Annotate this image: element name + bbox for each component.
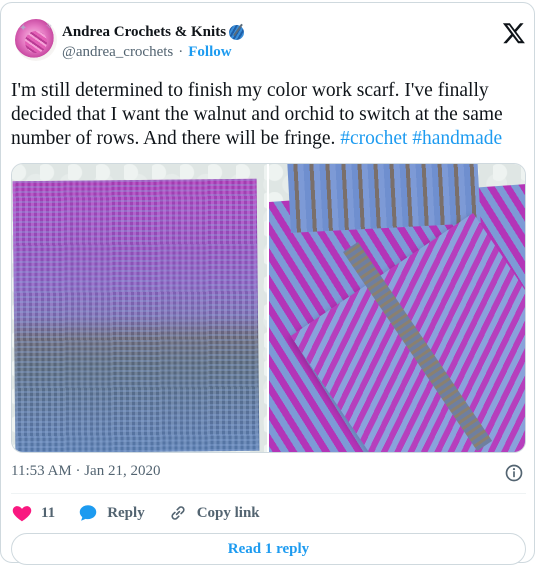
scarf-photo-1[interactable] xyxy=(12,164,267,452)
yarn-ball-icon xyxy=(25,31,47,53)
tweet-actions: 11 Reply Copy link xyxy=(11,502,282,524)
divider xyxy=(11,493,526,494)
link-icon xyxy=(171,506,185,520)
tweet-timestamp[interactable]: 11:53 AM · Jan 21, 2020 xyxy=(11,463,160,480)
author-avatar[interactable]: ✦ ✧ xyxy=(15,19,57,61)
hashtag-link[interactable]: #crochet xyxy=(340,128,407,149)
author-name-row: Andrea Crochets & Knits xyxy=(62,21,247,43)
like-count: 11 xyxy=(41,504,56,521)
tweet-text: I'm still determined to finish my color … xyxy=(11,79,523,151)
tweet-meta: 11:53 AM · Jan 21, 2020 xyxy=(11,463,526,483)
copy-link-button[interactable]: Copy link xyxy=(167,502,260,524)
separator-dot: · xyxy=(178,44,184,60)
reply-button[interactable]: Reply xyxy=(77,502,145,524)
separator-dot: · xyxy=(75,463,81,479)
read-reply-button[interactable]: Read 1 reply xyxy=(11,533,526,565)
like-button[interactable]: 11 xyxy=(11,502,55,524)
tweet-time: 11:53 AM xyxy=(11,463,72,479)
x-logo-icon[interactable] xyxy=(502,21,526,45)
info-icon[interactable] xyxy=(504,463,524,483)
sparkle-icon: ✧ xyxy=(45,21,54,32)
yarn-emoji-icon xyxy=(229,23,247,40)
sparkle-icon: ✦ xyxy=(19,23,28,34)
scarf-photo-2[interactable] xyxy=(269,164,525,452)
tweet-media xyxy=(11,163,526,453)
author-handle-row: @andrea_crochets · Follow xyxy=(62,44,232,61)
hashtag-link[interactable]: #handmade xyxy=(412,128,502,149)
author-handle[interactable]: @andrea_crochets xyxy=(62,44,173,61)
speech-bubble-icon xyxy=(79,505,97,521)
tweet-card: ✦ ✧ Andrea Crochets & Knits @andrea_croc… xyxy=(0,2,535,565)
reply-label: Reply xyxy=(107,504,145,521)
tweet-date: Jan 21, 2020 xyxy=(84,463,161,479)
heart-icon xyxy=(12,506,32,522)
copy-link-label: Copy link xyxy=(196,504,260,521)
author-name[interactable]: Andrea Crochets & Knits xyxy=(62,24,226,41)
tweet-header: ✦ ✧ Andrea Crochets & Knits @andrea_croc… xyxy=(13,17,528,65)
follow-button[interactable]: Follow xyxy=(188,44,231,61)
